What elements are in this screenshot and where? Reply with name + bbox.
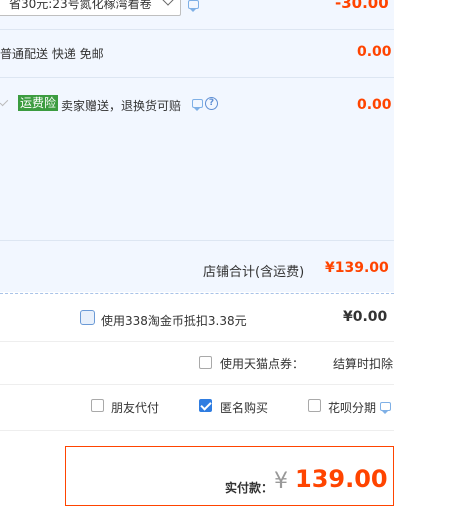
anonymous-label: 匿名购买	[220, 401, 269, 415]
divider	[0, 29, 394, 30]
chat-icon[interactable]	[192, 99, 203, 111]
taojinbi-checkbox[interactable]	[80, 310, 95, 325]
help-icon[interactable]: ?	[205, 97, 218, 110]
divider	[0, 384, 394, 385]
shop-total-label: 店铺合计(含运费)	[203, 265, 305, 280]
check-icon	[0, 99, 9, 108]
anonymous-checkbox[interactable]	[199, 399, 212, 412]
chevron-down-icon	[162, 0, 174, 6]
coupon-discount: -30.00	[335, 0, 389, 12]
insurance-text: 卖家赠送，退换货可赔	[61, 99, 182, 113]
taojinbi-label: 使用338淘金币抵扣3.38元	[101, 314, 247, 328]
actual-pay-box: 实付款： ¥ 139.00	[65, 446, 394, 506]
friend-pay-label: 朋友代付	[111, 401, 160, 415]
actual-pay-currency: ¥	[274, 469, 288, 494]
tmall-points-label: 使用天猫点券：	[220, 357, 305, 371]
tmall-points-checkbox[interactable]	[199, 356, 212, 369]
coupon-select[interactable]: 省30元:23号氮化稼湾看卷	[0, 0, 181, 16]
huabei-label: 花呗分期	[328, 401, 377, 415]
chat-icon[interactable]	[380, 402, 391, 414]
divider	[0, 341, 394, 342]
shipping-label: 普通配送 快递 免邮	[0, 47, 104, 61]
actual-pay-label: 实付款：	[225, 481, 274, 495]
huabei-checkbox[interactable]	[308, 399, 321, 412]
insurance-badge: 运费险	[18, 95, 59, 111]
insurance-amount: 0.00	[357, 97, 392, 113]
dashed-divider	[0, 293, 394, 294]
shipping-amount: 0.00	[357, 44, 392, 60]
order-summary-panel	[0, 0, 394, 292]
coupon-select-value: 省30元:23号氮化稼湾看卷	[9, 0, 152, 11]
divider	[0, 240, 394, 241]
tmall-points-note: 结算时扣除	[333, 357, 394, 371]
shop-total-amount: ¥139.00	[325, 260, 389, 276]
divider	[0, 77, 394, 78]
divider	[0, 430, 394, 431]
chat-icon[interactable]	[188, 0, 199, 12]
taojinbi-amount: ¥0.00	[343, 309, 388, 325]
friend-pay-checkbox[interactable]	[91, 399, 104, 412]
actual-pay-amount: 139.00	[295, 465, 388, 493]
